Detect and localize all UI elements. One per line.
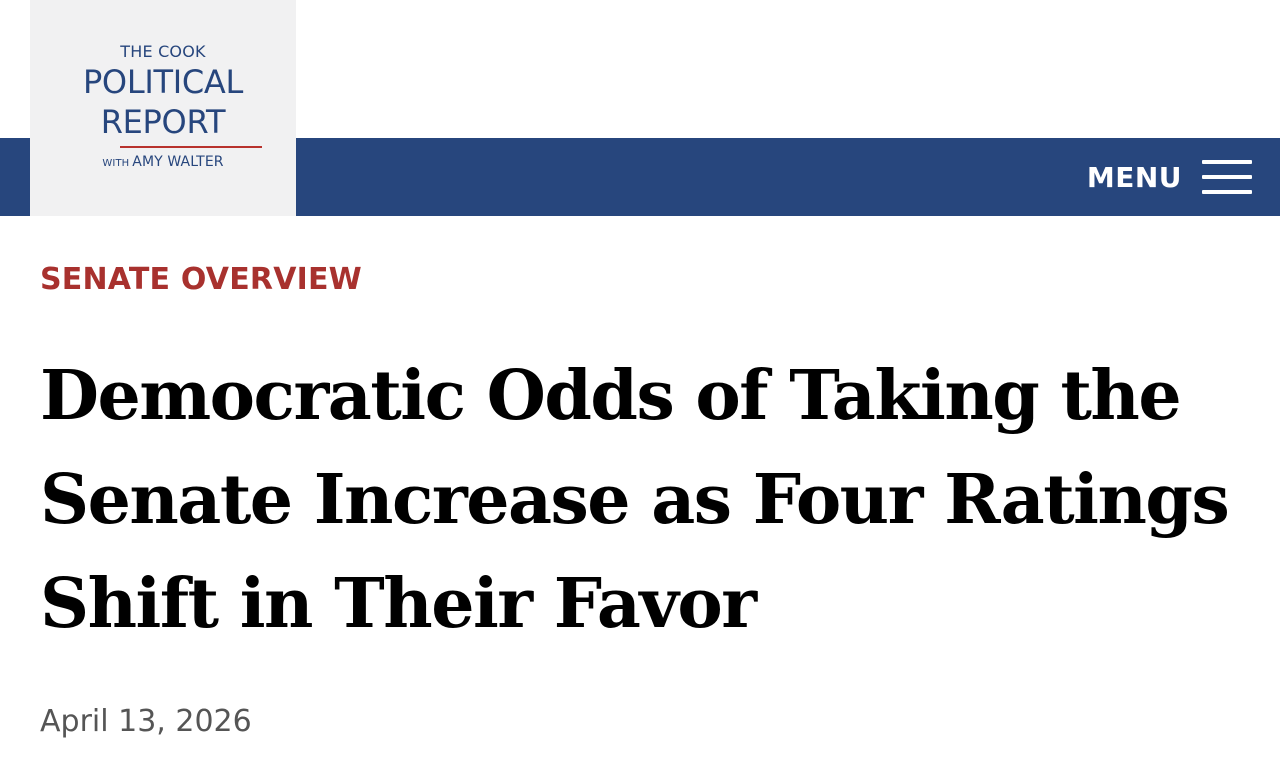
logo-text-political: POLITICAL bbox=[82, 63, 244, 101]
site-logo[interactable]: THE COOK POLITICAL REPORT WITH AMY WALTER bbox=[30, 0, 296, 216]
article-headline: Democratic Odds of Taking the Senate Inc… bbox=[40, 356, 1230, 644]
logo-text-with: WITH bbox=[102, 158, 130, 169]
hamburger-menu-icon bbox=[1202, 160, 1252, 194]
logo-text-report: REPORT bbox=[100, 103, 226, 141]
article-date: April 13, 2026 bbox=[40, 704, 252, 739]
logo-byline: WITH AMY WALTER bbox=[30, 154, 296, 170]
logo-text-the-cook: THE COOK bbox=[120, 42, 206, 61]
menu-label: MENU bbox=[1086, 160, 1182, 194]
logo-text-amy-walter: AMY WALTER bbox=[132, 154, 224, 170]
section-kicker[interactable]: SENATE OVERVIEW bbox=[40, 262, 362, 297]
menu-button[interactable]: MENU bbox=[1087, 158, 1252, 196]
logo-divider bbox=[120, 146, 262, 148]
